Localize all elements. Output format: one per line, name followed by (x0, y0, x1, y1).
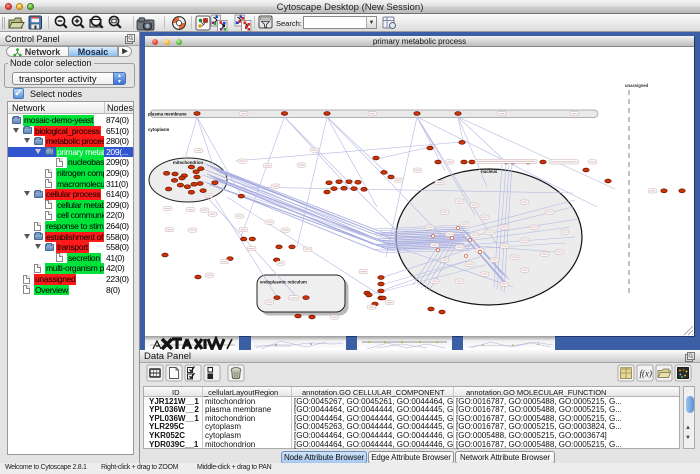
svg-text:endoplasmic reticulum: endoplasmic reticulum (260, 280, 307, 285)
svg-text:plasma membrane: plasma membrane (148, 112, 187, 117)
svg-text:nucleus: nucleus (481, 169, 498, 174)
svg-text:unassigned: unassigned (625, 83, 649, 88)
svg-text:cytoplasm: cytoplasm (148, 127, 169, 132)
svg-text:f(x): f(x) (640, 369, 653, 379)
svg-text:mitochondrion: mitochondrion (173, 160, 203, 165)
